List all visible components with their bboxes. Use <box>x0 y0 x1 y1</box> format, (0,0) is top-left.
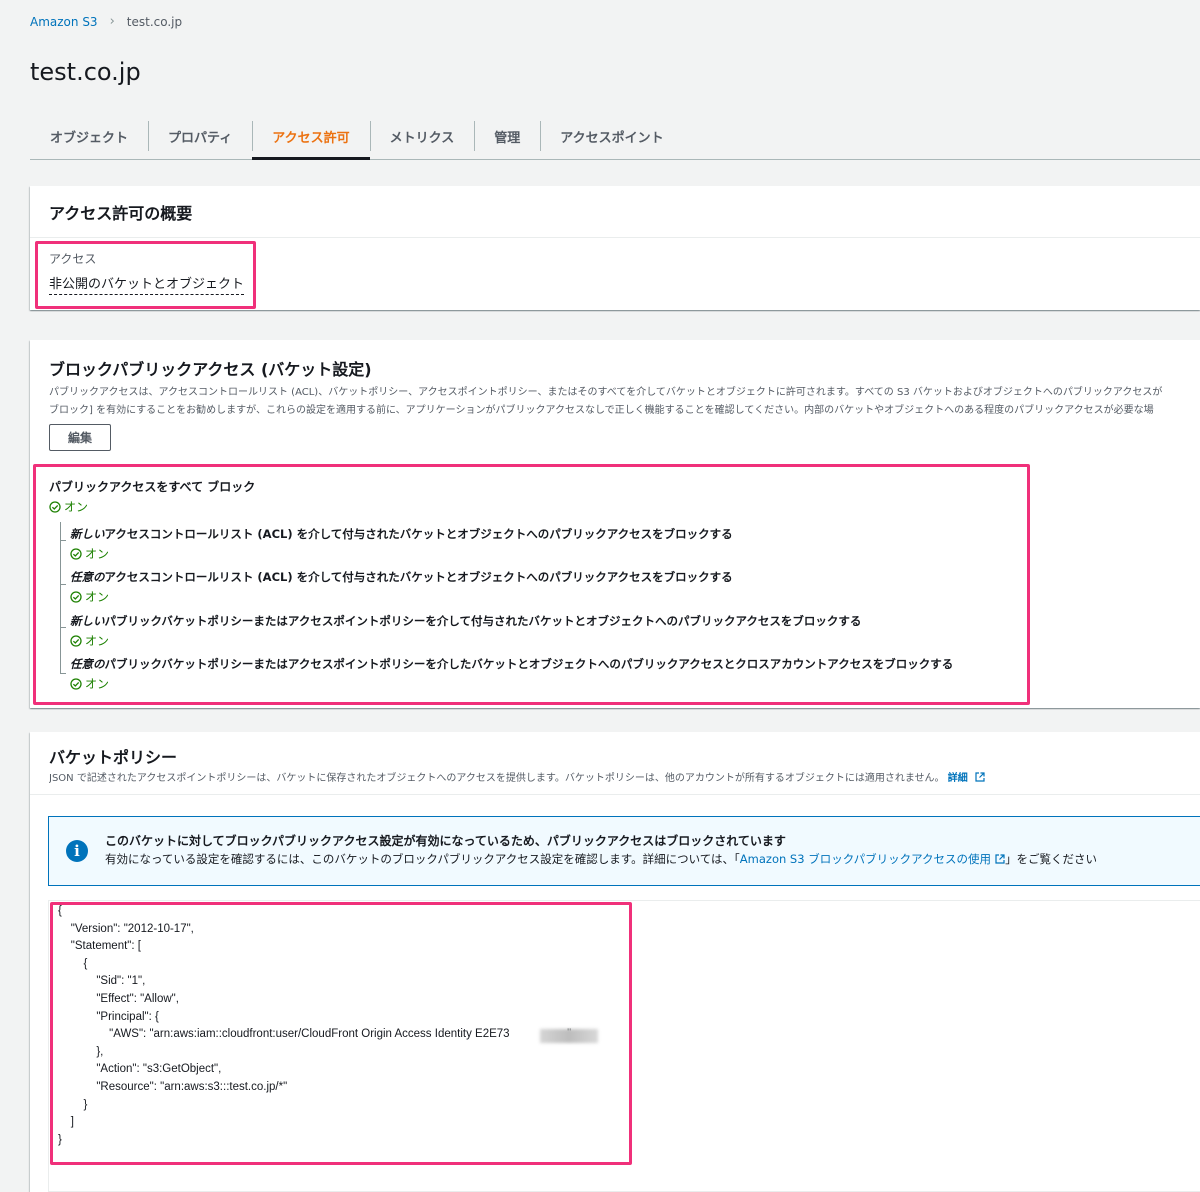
info-icon: i <box>66 840 88 862</box>
chevron-right-icon: › <box>109 14 115 29</box>
page-title: test.co.jp <box>30 58 141 86</box>
panel-title: バケットポリシー <box>49 748 178 767</box>
tab-bar: オブジェクト プロパティ アクセス許可 メトリクス 管理 アクセスポイント <box>30 113 1200 160</box>
external-link-icon <box>975 772 985 782</box>
description-line: ブロック] を有効にすることをお勧めしますが、これらの設定を適用する前に、アプリ… <box>49 405 1154 416</box>
bucket-policy-panel: バケットポリシー JSON で記述されたアクセスポイントポリシーは、バケットに保… <box>30 732 1200 1192</box>
description-text: JSON で記述されたアクセスポイントポリシーは、バケットに保存されたオブジェク… <box>49 773 945 784</box>
breadcrumb-current: test.co.jp <box>126 14 183 29</box>
info-alert: i このバケットに対してブロックパブリックアクセス設定が有効になっているため、パ… <box>48 816 1200 886</box>
permissions-overview-panel: アクセス許可の概要 アクセス 非公開のバケットとオブジェクト <box>30 186 1200 310</box>
block-public-access-doc-link[interactable]: Amazon S3 ブロックパブリックアクセスの使用 <box>740 852 991 866</box>
panel-description: JSON で記述されたアクセスポイントポリシーは、バケットに保存されたオブジェク… <box>49 770 1181 788</box>
panel-header: ブロックパブリックアクセス (バケット設定) パブリックアクセスは、アクセスコン… <box>49 356 1200 420</box>
panel-description: パブリックアクセスは、アクセスコントロールリスト (ACL)、バケットポリシー、… <box>49 384 1200 420</box>
info-text: 有効になっている設定を確認するには、このバケットのブロックパブリックアクセス設定… <box>105 852 1098 866</box>
panel-header: バケットポリシー JSON で記述されたアクセスポイントポリシーは、バケットに保… <box>30 732 1200 795</box>
highlight-box <box>35 241 256 309</box>
breadcrumb-root-link[interactable]: Amazon S3 <box>30 15 98 29</box>
highlight-box <box>33 464 1030 705</box>
breadcrumb: Amazon S3 › test.co.jp <box>30 14 182 29</box>
tab-permissions[interactable]: アクセス許可 <box>252 117 370 160</box>
external-link-icon <box>995 854 1005 864</box>
panel-title: アクセス許可の概要 <box>49 204 193 223</box>
tab-metrics[interactable]: メトリクス <box>369 117 475 155</box>
block-public-access-panel: ブロックパブリックアクセス (バケット設定) パブリックアクセスは、アクセスコン… <box>30 340 1200 708</box>
tab-objects[interactable]: オブジェクト <box>30 117 148 155</box>
tab-management[interactable]: 管理 <box>474 117 540 155</box>
edit-button[interactable]: 編集 <box>49 424 112 451</box>
learn-more-link[interactable]: 詳細 <box>948 773 968 784</box>
redacted-id <box>540 1029 598 1043</box>
panel-title: ブロックパブリックアクセス (バケット設定) <box>49 360 372 379</box>
description-line: パブリックアクセスは、アクセスコントロールリスト (ACL)、バケットポリシー、… <box>49 387 1163 398</box>
info-title: このバケットに対してブロックパブリックアクセス設定が有効になっているため、パブリ… <box>105 834 786 848</box>
tab-properties[interactable]: プロパティ <box>148 117 252 155</box>
tab-access-points[interactable]: アクセスポイント <box>540 117 683 155</box>
panel-header: アクセス許可の概要 <box>30 186 1200 238</box>
